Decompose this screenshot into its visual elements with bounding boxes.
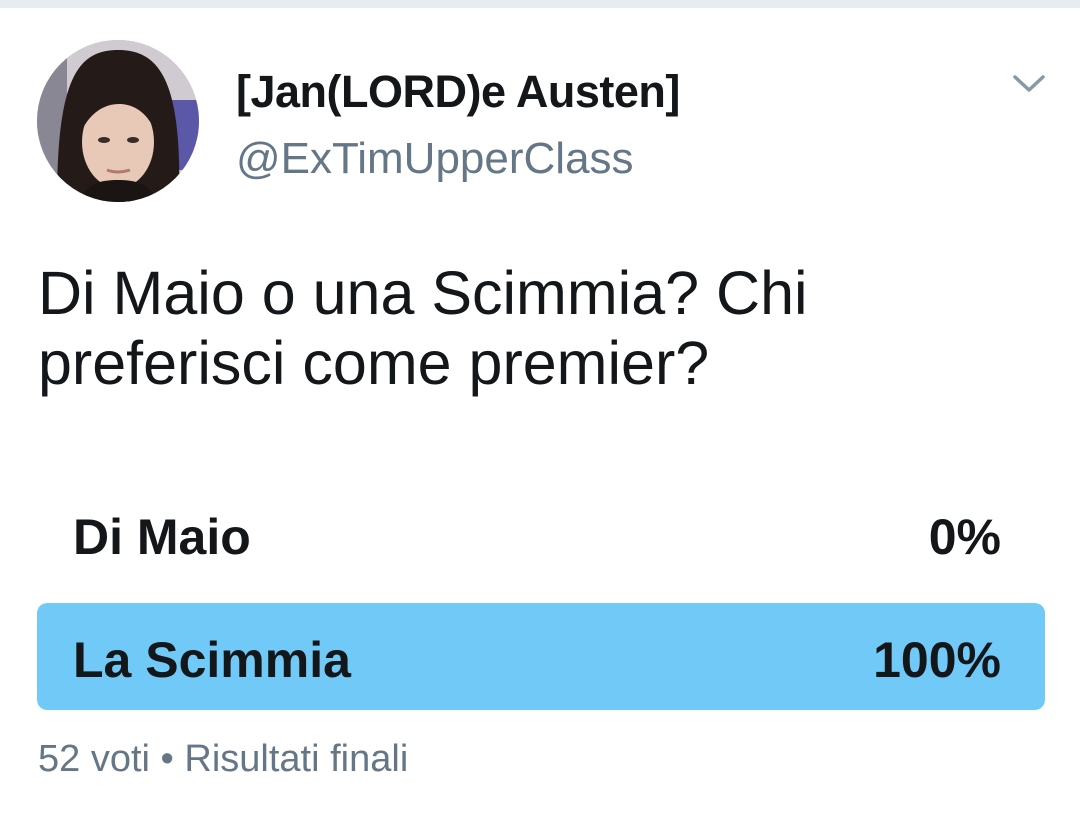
avatar-photo (37, 40, 199, 202)
poll-footer-separator: • (160, 738, 174, 780)
author-display-name[interactable]: [Jan(LORD)e Austen] (236, 66, 680, 118)
tweet-text-line: preferisci come premier? (38, 329, 710, 397)
tweet-card: [Jan(LORD)e Austen] @ExTimUpperClass Di … (0, 0, 1080, 816)
avatar[interactable] (37, 40, 199, 202)
poll-option-percent: 100% (873, 632, 1001, 688)
chevron-down-icon (1013, 75, 1045, 92)
poll-vote-count: 52 voti (38, 738, 150, 780)
poll-footer: 52 voti • Risultati finali (38, 738, 408, 781)
poll-option-label: La Scimmia (73, 632, 351, 688)
poll: Di Maio 0% La Scimmia 100% (37, 480, 1045, 726)
poll-option-la-scimmia: La Scimmia 100% (37, 603, 1045, 710)
poll-option-percent: 0% (928, 509, 1001, 565)
poll-option-di-maio: Di Maio 0% (37, 480, 1045, 587)
tweet-text-line: Di Maio o una Scimmia? Chi (38, 259, 808, 327)
poll-status: Risultati finali (184, 738, 409, 780)
author-handle[interactable]: @ExTimUpperClass (236, 134, 634, 184)
poll-option-label: Di Maio (73, 509, 251, 565)
tweet-text: Di Maio o una Scimmia? Chi preferisci co… (38, 258, 1038, 398)
tweet-menu-button[interactable] (1006, 66, 1052, 102)
